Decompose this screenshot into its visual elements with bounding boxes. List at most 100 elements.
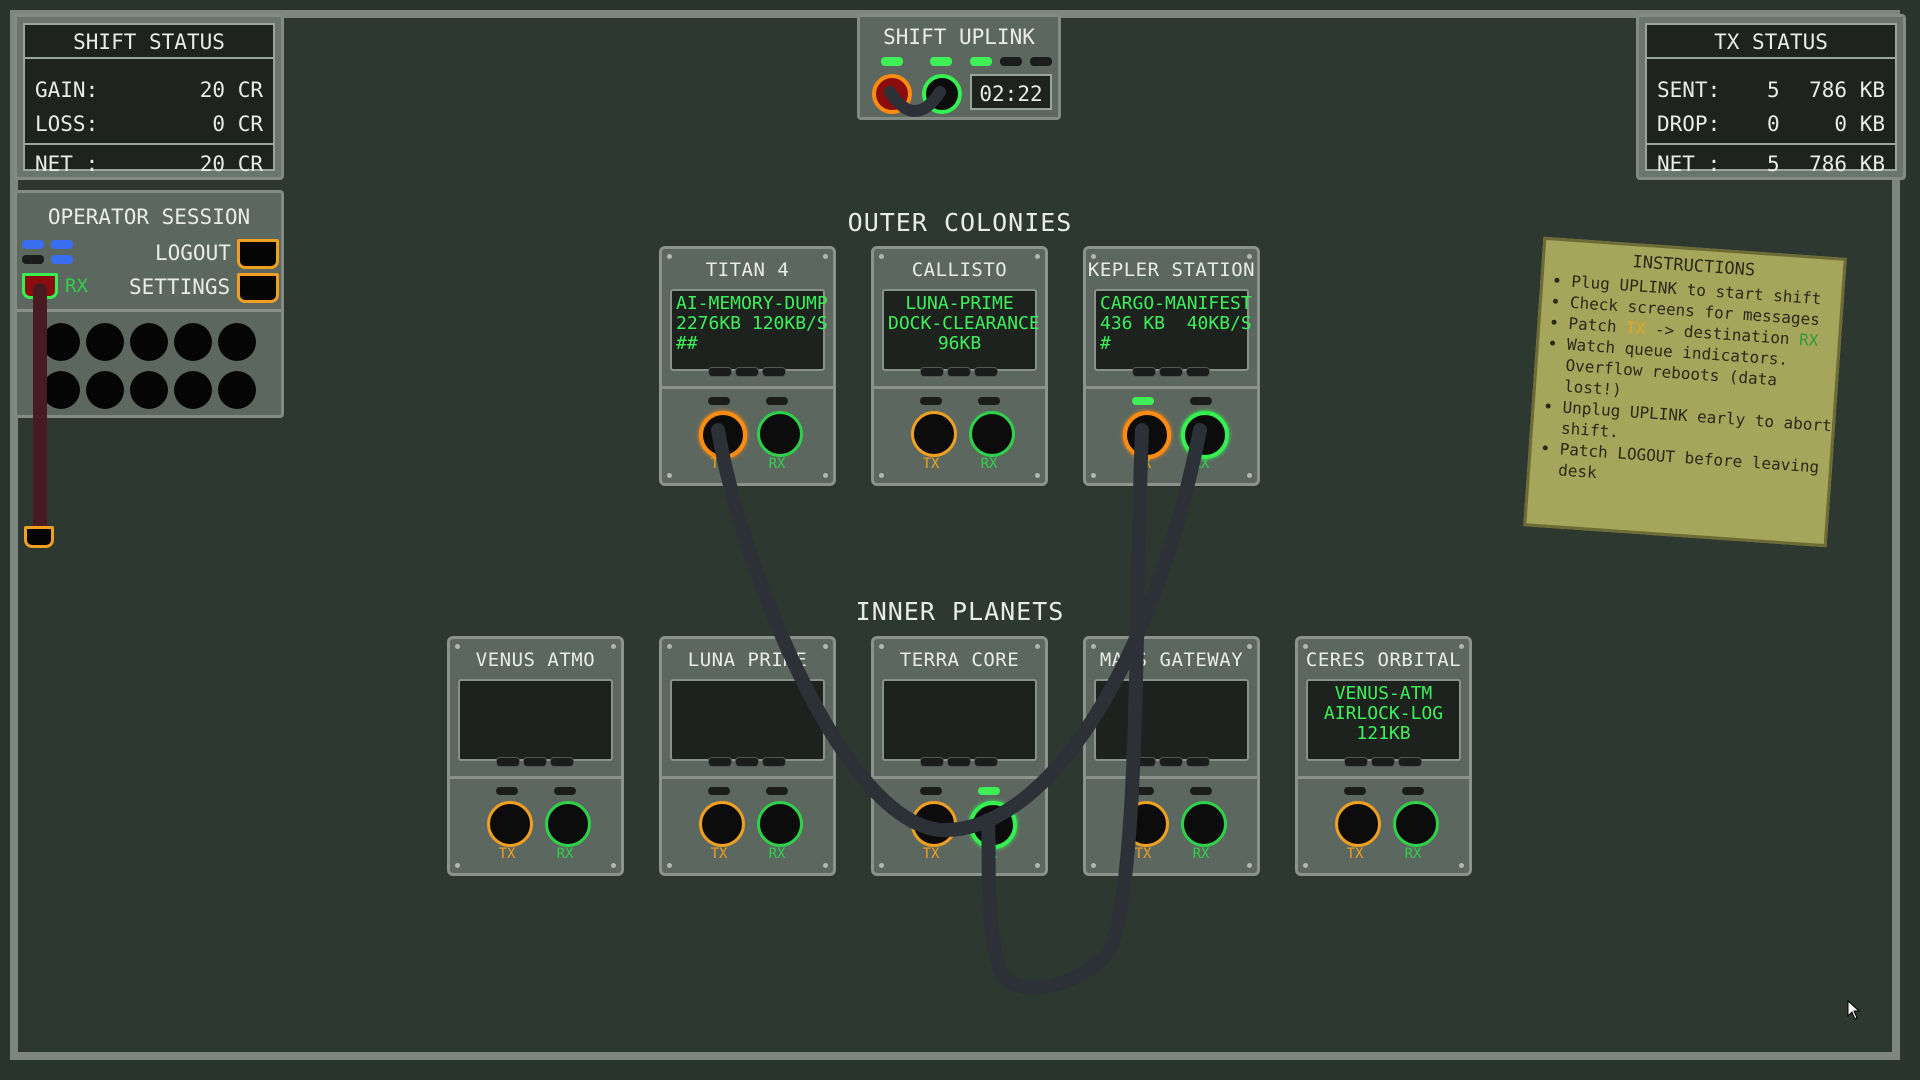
shift-status-box: SHIFT STATUS GAIN: 20 CR LOSS: 0 CR NET …	[14, 14, 284, 180]
uplink-tx-jack[interactable]	[872, 74, 912, 114]
screw	[1247, 254, 1252, 259]
screw	[667, 473, 672, 478]
panel-divider	[1086, 386, 1257, 389]
sent-count: 5	[1767, 78, 1780, 102]
operator-session-title: OPERATOR SESSION	[47, 205, 251, 229]
queue-led	[1159, 367, 1183, 377]
tx-status-title: TX STATUS	[1647, 25, 1895, 59]
cable-plug-end[interactable]	[24, 526, 54, 548]
settings-port[interactable]	[237, 273, 279, 303]
session-led-4	[51, 255, 73, 264]
tx-jack[interactable]	[1123, 411, 1171, 459]
screw	[1035, 863, 1040, 868]
tx-status-net-row: NET : 5 786 KB	[1657, 149, 1885, 179]
queue-led	[920, 367, 944, 377]
shift-uplink-box: SHIFT UPLINK 02:22	[857, 14, 1061, 120]
uplink-title: SHIFT UPLINK	[883, 25, 1035, 49]
gain-value: 20 CR	[199, 78, 263, 102]
uplink-rx-jack[interactable]	[922, 74, 962, 114]
screw	[1247, 644, 1252, 649]
screw	[667, 254, 672, 259]
socket-7[interactable]	[86, 371, 124, 409]
shift-status-net-row: NET : 20 CR	[35, 149, 263, 179]
tx-indicator	[708, 787, 730, 795]
tx-jack[interactable]	[1335, 801, 1381, 847]
screw	[1091, 473, 1096, 478]
socket-5[interactable]	[218, 323, 256, 361]
rx-label: RX	[980, 456, 998, 472]
tx-indicator	[1132, 397, 1154, 405]
rx-jack[interactable]	[1181, 801, 1227, 847]
screw	[1035, 473, 1040, 478]
queue-led	[920, 757, 944, 767]
socket-9[interactable]	[174, 371, 212, 409]
message-screen: LUNA-PRIME DOCK-CLEARANCE 96KB	[882, 289, 1040, 371]
tx-label: TX	[710, 846, 728, 862]
screw	[611, 644, 616, 649]
rx-indicator	[1402, 787, 1424, 795]
rx-label: RX	[1192, 456, 1210, 472]
message-screen	[458, 679, 613, 761]
queue-led	[708, 757, 732, 767]
socket-1[interactable]	[42, 323, 80, 361]
screw	[667, 863, 672, 868]
tx-net-count: 5	[1767, 152, 1780, 176]
screw	[1303, 863, 1308, 868]
queue-led	[1132, 367, 1156, 377]
tx-jack[interactable]	[911, 411, 957, 457]
tx-jack[interactable]	[911, 801, 957, 847]
loss-label: LOSS:	[35, 112, 99, 136]
tx-jack[interactable]	[487, 801, 533, 847]
operator-rx-port[interactable]	[22, 273, 58, 299]
tx-indicator	[920, 787, 942, 795]
rx-jack[interactable]	[969, 411, 1015, 457]
socket-8[interactable]	[130, 371, 168, 409]
tx-jack[interactable]	[699, 801, 745, 847]
panel-terra-core: TERRA CORE TX RX	[871, 636, 1048, 876]
queue-led	[974, 367, 998, 377]
socket-10[interactable]	[218, 371, 256, 409]
tx-label: TX	[1134, 846, 1152, 862]
queue-led	[550, 757, 574, 767]
session-led-2	[51, 240, 73, 249]
rx-jack[interactable]	[545, 801, 591, 847]
panel-mars-gateway: MARS GATEWAY TX RX	[1083, 636, 1260, 876]
settings-label: SETTINGS	[129, 275, 231, 299]
socket-3[interactable]	[130, 323, 168, 361]
panel-name: MARS GATEWAY	[1099, 649, 1244, 671]
rx-jack[interactable]	[757, 411, 803, 457]
panel-name: CERES ORBITAL	[1305, 649, 1462, 671]
queue-led	[974, 757, 998, 767]
socket-2[interactable]	[86, 323, 124, 361]
uplink-led-2	[930, 57, 952, 66]
message-screen	[1094, 679, 1249, 761]
shift-status-loss-row: LOSS: 0 CR	[35, 109, 263, 139]
tx-status-divider	[1647, 143, 1895, 145]
socket-6[interactable]	[42, 371, 80, 409]
uplink-led-5	[1030, 57, 1052, 66]
rx-label: RX	[768, 846, 786, 862]
uplink-timer: 02:22	[970, 74, 1052, 110]
tx-jack[interactable]	[1123, 801, 1169, 847]
tx-label: TX	[922, 846, 940, 862]
tx-net-value: 786 KB	[1809, 152, 1885, 176]
net-label: NET :	[35, 152, 99, 176]
panel-divider	[874, 386, 1045, 389]
tx-label: TX	[498, 846, 516, 862]
uplink-led-3	[970, 57, 992, 66]
logout-port[interactable]	[237, 239, 279, 269]
rx-jack[interactable]	[1181, 411, 1229, 459]
screw	[667, 644, 672, 649]
screw	[455, 644, 460, 649]
mouse-cursor-icon	[1847, 1000, 1861, 1020]
socket-4[interactable]	[174, 323, 212, 361]
screw	[611, 863, 616, 868]
rx-jack[interactable]	[969, 801, 1017, 849]
screw	[823, 254, 828, 259]
panel-divider	[1086, 776, 1257, 779]
rx-jack[interactable]	[757, 801, 803, 847]
panel-name: VENUS ATMO	[475, 649, 596, 671]
tx-jack[interactable]	[699, 411, 747, 459]
panel-name: TITAN 4	[705, 259, 790, 281]
rx-jack[interactable]	[1393, 801, 1439, 847]
